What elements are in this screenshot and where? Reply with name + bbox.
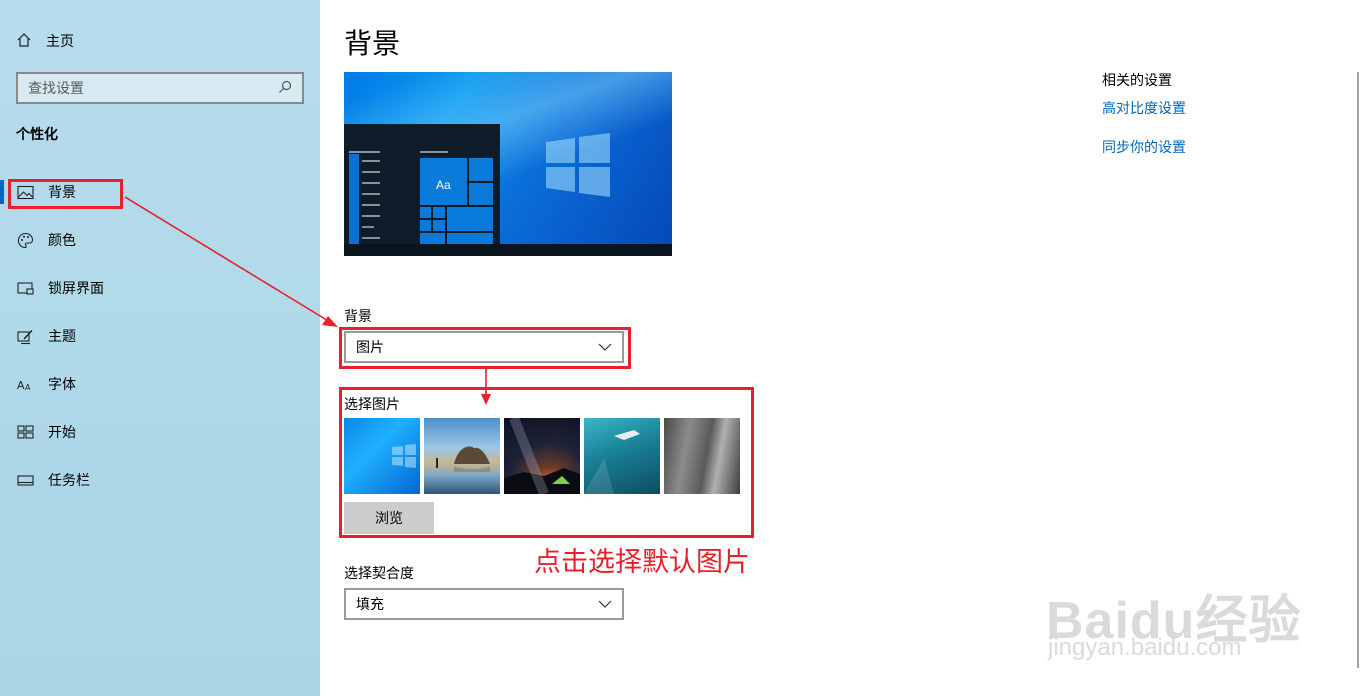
sidebar-item-theme[interactable]: 主题 xyxy=(0,316,320,356)
home-icon xyxy=(16,32,32,51)
search-input[interactable]: 查找设置 xyxy=(16,72,304,104)
sidebar-item-label: 任务栏 xyxy=(48,472,90,488)
font-icon: AA xyxy=(16,375,34,393)
sidebar-item-color[interactable]: 颜色 xyxy=(0,220,320,260)
home-label: 主页 xyxy=(46,33,74,49)
sidebar-item-fonts[interactable]: AA 字体 xyxy=(0,364,320,404)
background-preview: Aa xyxy=(344,72,672,256)
watermark-url: jingyan.baidu.com xyxy=(1048,634,1242,661)
high-contrast-link[interactable]: 高对比度设置 xyxy=(1102,98,1186,118)
theme-brush-icon xyxy=(16,327,34,345)
highlight-choose-picture xyxy=(339,387,754,538)
fit-label: 选择契合度 xyxy=(344,565,414,581)
sidebar-item-label: 主题 xyxy=(48,328,76,344)
start-menu-preview: Aa xyxy=(344,124,500,244)
page-title: 背景 xyxy=(344,28,401,59)
highlight-background-dropdown xyxy=(339,327,631,369)
chevron-down-icon xyxy=(598,596,612,612)
sidebar-item-taskbar[interactable]: 任务栏 xyxy=(0,460,320,500)
taskbar-icon xyxy=(16,471,34,489)
sidebar-item-label: 字体 xyxy=(48,376,76,392)
fit-value: 填充 xyxy=(356,596,384,612)
palette-icon xyxy=(16,231,34,249)
sidebar-item-label: 颜色 xyxy=(48,232,76,248)
search-placeholder: 查找设置 xyxy=(28,80,84,96)
sidebar-item-label: 开始 xyxy=(48,424,76,440)
fit-dropdown[interactable]: 填充 xyxy=(344,588,624,620)
windows-logo-icon xyxy=(546,133,610,197)
sidebar-item-label: 锁屏界面 xyxy=(48,280,104,296)
preview-tile-label: Aa xyxy=(436,178,451,192)
annotation-text: 点击选择默认图片 xyxy=(534,547,750,577)
svg-text:A: A xyxy=(17,379,25,392)
scrollbar[interactable] xyxy=(1357,72,1359,668)
start-tiles-icon xyxy=(16,423,34,441)
highlight-sidebar-background xyxy=(8,179,123,209)
sidebar-item-start[interactable]: 开始 xyxy=(0,412,320,452)
svg-text:A: A xyxy=(25,383,31,392)
background-label: 背景 xyxy=(344,308,372,324)
home-link[interactable]: 主页 xyxy=(16,30,74,52)
preview-taskbar xyxy=(344,244,672,256)
section-title: 个性化 xyxy=(16,126,58,142)
sidebar: 主页 查找设置 个性化 背景 颜色 锁屏界面 主题 AA 字体 开始 任务栏 xyxy=(0,0,320,696)
sync-settings-link[interactable]: 同步你的设置 xyxy=(1102,137,1186,157)
related-settings-title: 相关的设置 xyxy=(1102,72,1172,88)
search-icon xyxy=(278,80,292,97)
lock-screen-icon xyxy=(16,279,34,297)
sidebar-item-lock-screen[interactable]: 锁屏界面 xyxy=(0,268,320,308)
